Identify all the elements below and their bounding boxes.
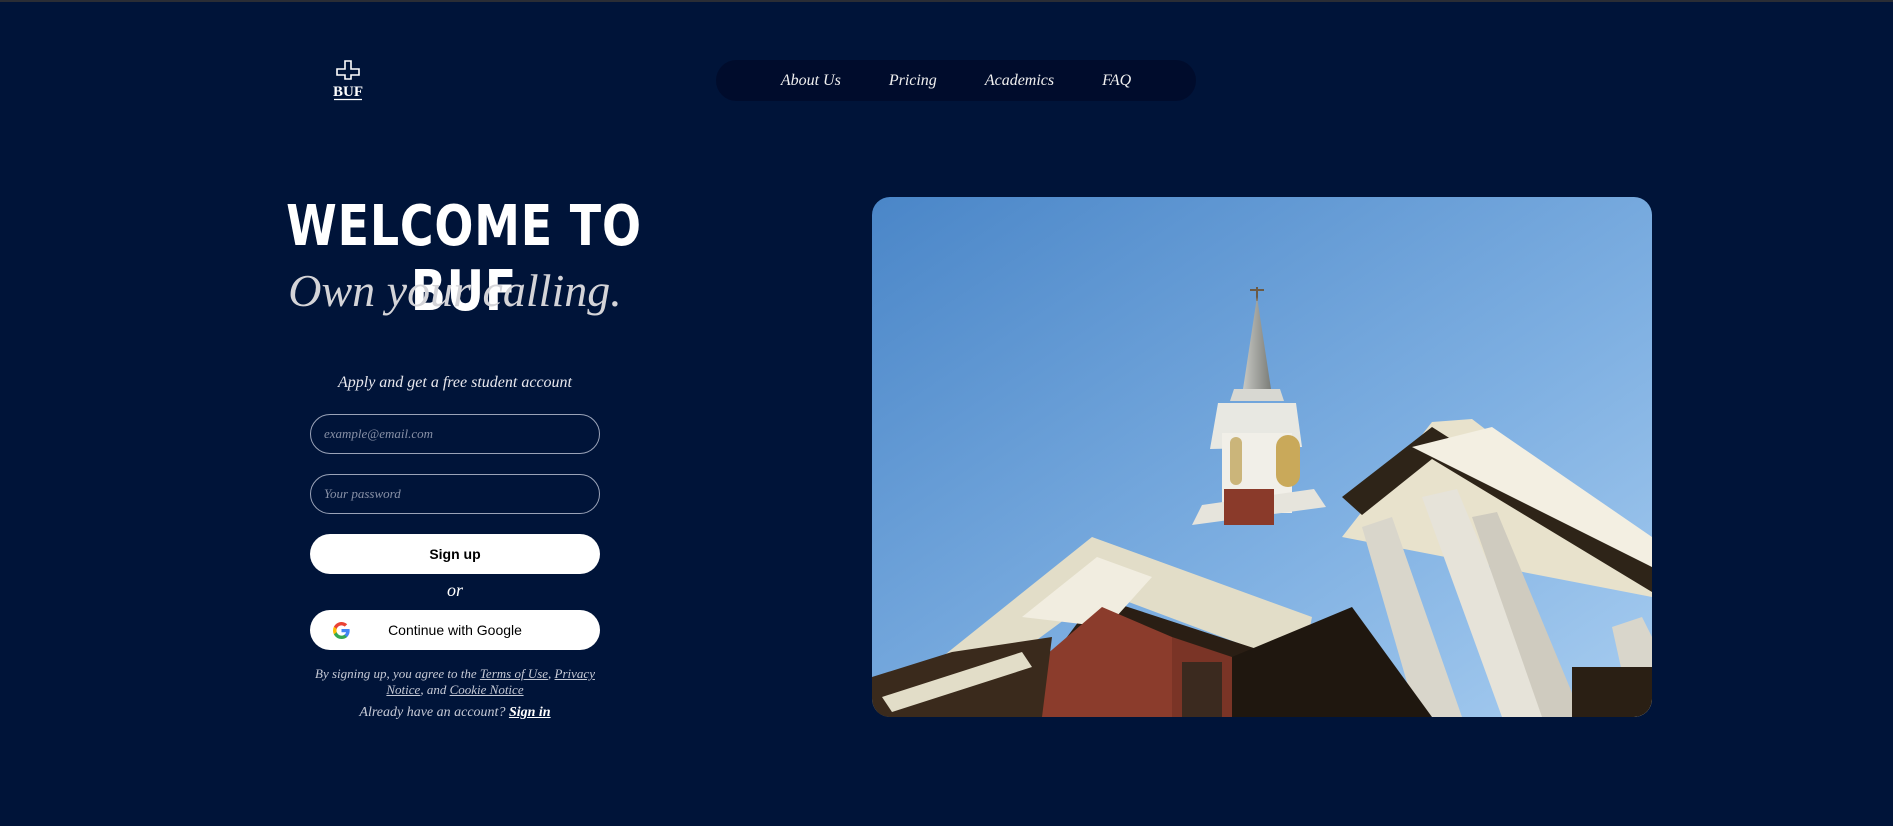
church-illustration — [872, 197, 1652, 717]
nav-pricing[interactable]: Pricing — [889, 72, 937, 90]
terms-and: , and — [420, 682, 450, 697]
nav-about-us[interactable]: About Us — [781, 72, 841, 90]
email-field[interactable] — [310, 414, 600, 454]
terms-notice: By signing up, you agree to the Terms of… — [310, 666, 600, 698]
form-caption: Apply and get a free student account — [337, 374, 572, 391]
password-field[interactable] — [310, 474, 600, 514]
google-signin-button[interactable]: Continue with Google — [310, 610, 600, 650]
signin-link[interactable]: Sign in — [509, 705, 551, 720]
or-divider: or — [446, 580, 463, 600]
signin-prefix: Already have an account? — [359, 705, 509, 720]
cookie-notice-link[interactable]: Cookie Notice — [450, 682, 524, 697]
page: BUF About Us Pricing Academics FAQ WELCO… — [0, 0, 1893, 826]
terms-prefix: By signing up, you agree to the — [315, 666, 480, 681]
cross-logo-icon: BUF — [333, 60, 363, 101]
hero-subtitle: Own your calling. — [288, 265, 622, 316]
signin-prompt: Already have an account? Sign in — [310, 705, 600, 721]
google-icon — [333, 622, 350, 639]
hero-church-image — [872, 197, 1652, 717]
buf-logo[interactable]: BUF — [331, 60, 365, 102]
nav-faq[interactable]: FAQ — [1102, 72, 1131, 90]
logo-text: BUF — [333, 84, 363, 100]
google-button-label: Continue with Google — [388, 622, 522, 638]
signup-button[interactable]: Sign up — [310, 534, 600, 574]
top-nav: About Us Pricing Academics FAQ — [716, 60, 1196, 101]
terms-of-use-link[interactable]: Terms of Use — [480, 666, 548, 681]
nav-academics[interactable]: Academics — [985, 72, 1054, 90]
